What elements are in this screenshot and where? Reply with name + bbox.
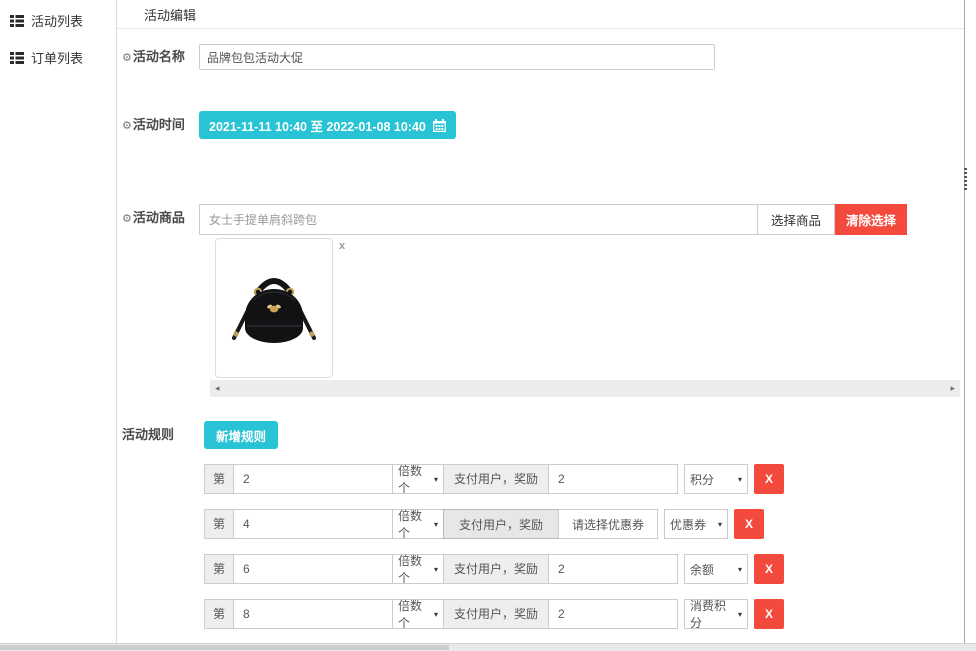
horizontal-scrollbar[interactable] [0,643,976,651]
chevron-down-icon: ▾ [738,565,742,574]
activity-name-row: ⚙活动名称 [117,43,964,72]
sidebar-item-label: 订单列表 [31,48,83,67]
gear-icon: ⚙ [122,120,132,132]
product-strip-scrollbar[interactable]: ◂ ▸ [210,380,960,397]
product-thumbnail-row: x [215,238,964,378]
product-input-group: 选择商品 清除选择 [199,204,907,235]
product-thumbnail [215,238,333,378]
list-icon [10,52,24,64]
rule-number-input[interactable] [233,464,393,494]
rule-number-input[interactable] [233,599,393,629]
activity-name-label: ⚙活动名称 [117,43,199,72]
vertical-scrollbar-thumb[interactable] [964,168,967,190]
tab-activity-edit[interactable]: 活动编辑 [144,5,196,24]
rule-prefix-label: 第 [204,509,234,539]
horizontal-scrollbar-thumb[interactable] [0,645,449,650]
main-panel: 活动编辑 ⚙活动名称 ⚙活动时间 2021-11-11 10:40 至 2022… [117,0,965,645]
rule-prefix-label: 第 [204,464,234,494]
activity-name-input[interactable] [199,44,715,70]
reward-label-button[interactable]: 支付用户，奖励 [443,509,559,539]
choose-coupon-button[interactable]: 请选择优惠券 [558,509,658,539]
reward-type-select[interactable]: 余额 ▾ [684,554,748,584]
activity-product-label: ⚙活动商品 [117,204,199,233]
activity-time-row: ⚙活动时间 2021-11-11 10:40 至 2022-01-08 10:4… [117,111,964,140]
delete-rule-button[interactable]: X [754,599,784,629]
clear-selection-button[interactable]: 清除选择 [835,204,907,235]
chevron-down-icon: ▾ [434,520,438,529]
chevron-down-icon: ▾ [738,610,742,619]
reward-value-input[interactable] [548,599,678,629]
product-name-input[interactable] [199,204,758,235]
rule-row: 第 倍数个 ▾ 支付用户，奖励 余额 ▾ X [204,554,964,584]
choose-product-button[interactable]: 选择商品 [758,204,835,235]
rule-row: 第 倍数个 ▾ 支付用户，奖励 请选择优惠券 优惠券 ▾ X [204,509,964,539]
chevron-down-icon: ▾ [738,475,742,484]
rule-prefix-label: 第 [204,554,234,584]
reward-type-select[interactable]: 消费积分 ▾ [684,599,748,629]
sidebar: 活动列表 订单列表 [0,0,117,645]
sidebar-item-activity-list[interactable]: 活动列表 [0,2,116,39]
rule-unit-select[interactable]: 倍数个 ▾ [392,464,444,494]
date-range-text: 2021-11-11 10:40 至 2022-01-08 10:40 [209,116,426,135]
date-range-button[interactable]: 2021-11-11 10:40 至 2022-01-08 10:40 [199,111,456,139]
activity-edit-page: 活动列表 订单列表 活动编辑 ⚙活动名称 ⚙活动时间 [0,0,976,651]
remove-product-icon[interactable]: x [339,241,345,252]
activity-product-row: ⚙活动商品 选择商品 清除选择 [117,204,964,235]
chevron-down-icon: ▾ [434,610,438,619]
add-rule-button[interactable]: 新增规则 [204,421,278,449]
gear-icon: ⚙ [122,213,132,225]
rule-number-input[interactable] [233,554,393,584]
sidebar-item-order-list[interactable]: 订单列表 [0,39,116,76]
sidebar-item-label: 活动列表 [31,11,83,30]
delete-rule-button[interactable]: X [754,464,784,494]
delete-rule-button[interactable]: X [734,509,764,539]
reward-value-input[interactable] [548,464,678,494]
chevron-down-icon: ▾ [434,565,438,574]
tab-bar: 活动编辑 [117,0,964,29]
chevron-down-icon: ▾ [434,475,438,484]
reward-label: 支付用户，奖励 [443,599,549,629]
rule-unit-select[interactable]: 倍数个 ▾ [392,509,444,539]
activity-rules-row: 活动规则 新增规则 [117,421,964,449]
rule-row: 第 倍数个 ▾ 支付用户，奖励 积分 ▾ X [204,464,964,494]
scroll-left-icon[interactable]: ◂ [215,383,220,394]
calendar-icon [433,119,446,132]
rule-prefix-label: 第 [204,599,234,629]
handbag-image [224,254,324,362]
scroll-right-icon[interactable]: ▸ [950,383,955,394]
reward-type-select[interactable]: 积分 ▾ [684,464,748,494]
reward-value-input[interactable] [548,554,678,584]
rule-unit-select[interactable]: 倍数个 ▾ [392,554,444,584]
reward-label: 支付用户，奖励 [443,464,549,494]
rule-number-input[interactable] [233,509,393,539]
activity-rules-label: 活动规则 [117,421,199,449]
rule-row: 第 倍数个 ▾ 支付用户，奖励 消费积分 ▾ X [204,599,964,629]
reward-type-select[interactable]: 优惠券 ▾ [664,509,728,539]
gear-icon: ⚙ [122,52,132,64]
delete-rule-button[interactable]: X [754,554,784,584]
activity-time-label: ⚙活动时间 [117,111,199,140]
chevron-down-icon: ▾ [718,520,722,529]
reward-label: 支付用户，奖励 [443,554,549,584]
rule-unit-select[interactable]: 倍数个 ▾ [392,599,444,629]
list-icon [10,15,24,27]
